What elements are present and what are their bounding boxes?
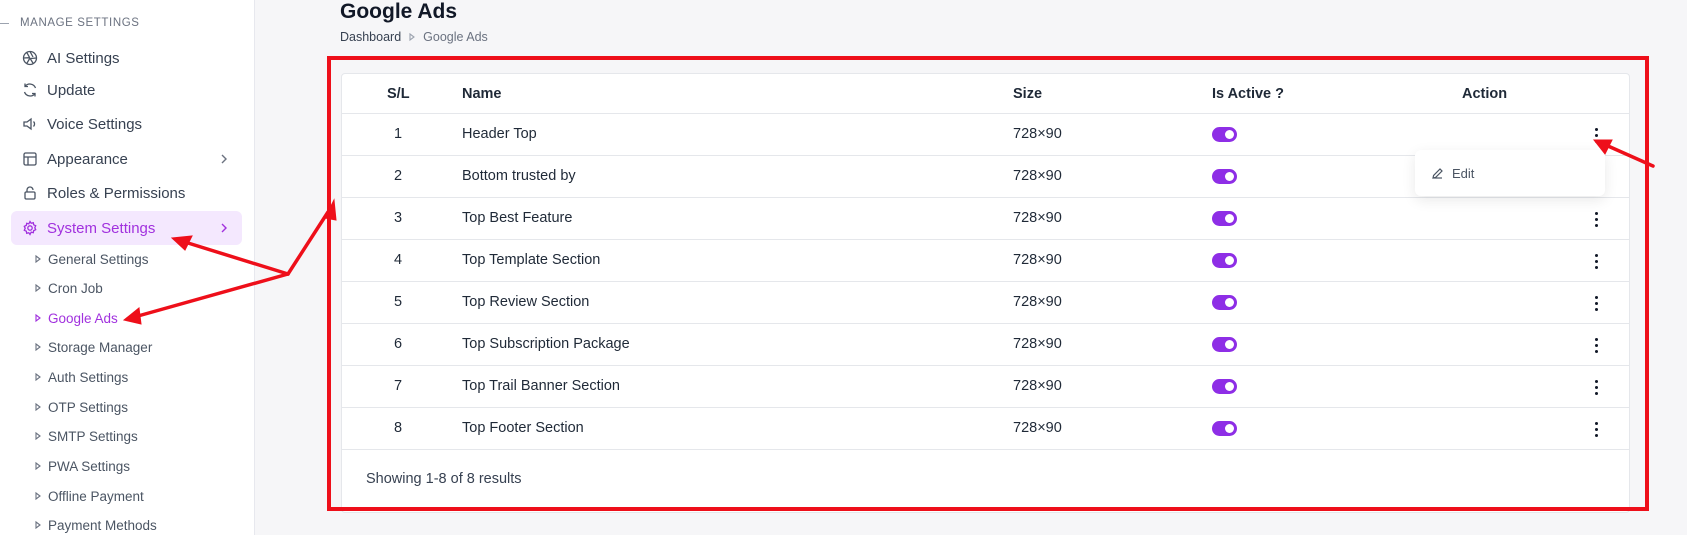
sub-item-label: Storage Manager xyxy=(48,339,153,355)
sub-item-label: Offline Payment xyxy=(48,488,144,504)
breadcrumb-link-dashboard[interactable]: Dashboard xyxy=(340,30,401,44)
sidebar-item-ai-settings[interactable]: AI Settings xyxy=(11,41,242,75)
sub-item-label: Google Ads xyxy=(48,310,118,326)
sub-item-pwa-settings[interactable]: PWA Settings xyxy=(33,456,130,476)
caret-right-icon xyxy=(35,461,41,471)
caret-right-icon xyxy=(35,254,41,264)
breadcrumb-current: Google Ads xyxy=(423,30,488,44)
sub-item-label: SMTP Settings xyxy=(48,428,138,444)
layout-icon xyxy=(22,151,38,167)
sub-item-label: General Settings xyxy=(48,251,149,267)
lock-icon xyxy=(22,185,38,201)
sidebar-item-update[interactable]: Update xyxy=(11,73,242,107)
sidebar-item-label: Update xyxy=(47,81,96,99)
sub-item-label: OTP Settings xyxy=(48,399,129,415)
sidebar-item-label: Roles & Permissions xyxy=(47,184,186,202)
sub-item-payment-methods[interactable]: Payment Methods xyxy=(33,515,157,535)
caret-right-icon xyxy=(35,372,41,382)
sub-item-smtp-settings[interactable]: SMTP Settings xyxy=(33,426,138,446)
sidebar-item-appearance[interactable]: Appearance xyxy=(11,142,242,176)
sub-item-cron-job[interactable]: Cron Job xyxy=(33,278,103,298)
sub-item-label: Cron Job xyxy=(48,280,103,296)
sidebar-item-label: Appearance xyxy=(47,150,128,168)
section-label: MANAGE SETTINGS xyxy=(20,17,140,29)
page-title: Google Ads xyxy=(340,0,458,23)
sub-item-general-settings[interactable]: General Settings xyxy=(33,249,149,269)
refresh-icon xyxy=(22,82,38,98)
sidebar-item-label: Voice Settings xyxy=(47,115,143,133)
sub-item-storage-manager[interactable]: Storage Manager xyxy=(33,337,152,357)
sidebar: MANAGE SETTINGS AI Settings Update Voice… xyxy=(0,0,255,535)
aperture-icon xyxy=(22,50,38,66)
caret-right-icon xyxy=(409,32,416,42)
caret-right-icon xyxy=(35,283,41,293)
sub-item-google-ads[interactable]: Google Ads xyxy=(33,308,118,328)
gear-icon xyxy=(22,220,38,236)
sub-item-label: PWA Settings xyxy=(48,458,131,474)
highlight-box xyxy=(327,56,1649,511)
caret-right-icon xyxy=(35,520,41,530)
sub-item-auth-settings[interactable]: Auth Settings xyxy=(33,367,128,387)
section-divider xyxy=(0,23,9,24)
sub-item-label: Auth Settings xyxy=(48,369,129,385)
speaker-icon xyxy=(22,116,38,132)
sidebar-item-label: AI Settings xyxy=(47,49,120,67)
sub-item-label: Payment Methods xyxy=(48,517,157,533)
sub-item-otp-settings[interactable]: OTP Settings xyxy=(33,397,128,417)
caret-right-icon xyxy=(35,491,41,501)
caret-right-icon xyxy=(35,402,41,412)
caret-right-icon xyxy=(35,431,41,441)
caret-right-icon xyxy=(35,313,41,323)
sidebar-item-label: System Settings xyxy=(47,219,156,237)
sidebar-item-voice-settings[interactable]: Voice Settings xyxy=(11,107,242,141)
sidebar-item-system-settings[interactable]: System Settings xyxy=(11,211,242,245)
chevron-right-icon xyxy=(221,223,227,233)
sub-item-offline-payment[interactable]: Offline Payment xyxy=(33,486,144,506)
arrow-line xyxy=(286,210,330,276)
breadcrumb: Dashboard Google Ads xyxy=(340,30,488,44)
chevron-right-icon xyxy=(221,154,227,164)
caret-right-icon xyxy=(35,342,41,352)
sidebar-item-roles-permissions[interactable]: Roles & Permissions xyxy=(11,176,242,210)
